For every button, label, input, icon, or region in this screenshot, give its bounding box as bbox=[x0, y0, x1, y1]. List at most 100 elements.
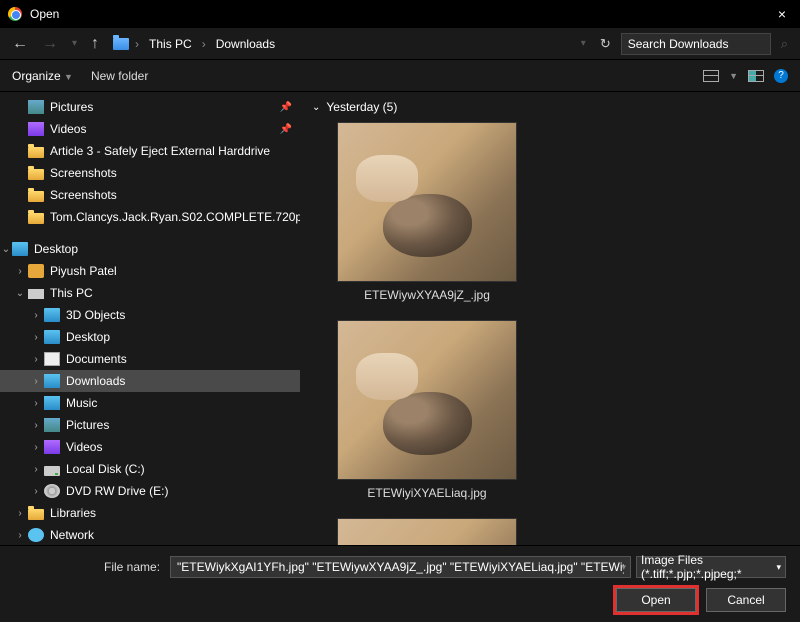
ico-pictures-icon bbox=[44, 418, 60, 432]
chevron-icon: › bbox=[30, 376, 42, 387]
ico-desktop-icon bbox=[12, 242, 28, 256]
up-button[interactable]: ↑ bbox=[87, 33, 103, 55]
filename-label: File name: bbox=[104, 560, 160, 574]
ico-drive-icon bbox=[44, 466, 60, 476]
ico-desktop-icon bbox=[44, 330, 60, 344]
help-icon[interactable]: ? bbox=[774, 69, 788, 83]
file-list: ⌄ Yesterday (5) ETEWiywXYAA9jZ_.jpg ETEWi… bbox=[300, 92, 800, 545]
tree-label: Videos bbox=[50, 122, 86, 136]
tree-label: Network bbox=[50, 528, 94, 542]
tree-label: Libraries bbox=[50, 506, 96, 520]
tree-nav: Pictures📌 Videos 📌 Article 3 - Safely Eject… bbox=[0, 92, 300, 545]
ico-net-icon bbox=[28, 528, 44, 542]
forward-button[interactable]: → bbox=[38, 33, 62, 55]
breadcrumb-current[interactable]: Downloads bbox=[212, 35, 279, 53]
thumbnail-name: ETEWiywXYAA9jZ_.jpg bbox=[312, 288, 542, 302]
tree-label: Screenshots bbox=[50, 166, 117, 180]
chevron-icon: ⌄ bbox=[0, 244, 12, 255]
preview-pane-icon[interactable] bbox=[748, 70, 764, 82]
ico-downloads-icon bbox=[44, 374, 60, 388]
pin-icon: 📌 bbox=[280, 124, 292, 135]
tree-label: Desktop bbox=[66, 330, 110, 344]
chevron-icon: › bbox=[30, 486, 42, 497]
chevron-icon: › bbox=[30, 420, 42, 431]
ico-folder-icon bbox=[28, 509, 44, 520]
chevron-icon: › bbox=[30, 310, 42, 321]
filetype-select[interactable]: Image Files (*.tiff;*.pjp;*.pjpeg;*▾ bbox=[636, 556, 786, 578]
tree-item[interactable]: › Desktop bbox=[0, 326, 300, 348]
breadcrumb-root[interactable]: This PC bbox=[145, 35, 196, 53]
cancel-button[interactable]: Cancel bbox=[706, 588, 786, 612]
tree-item[interactable]: Screenshots bbox=[0, 162, 300, 184]
tree-item[interactable]: ›Downloads bbox=[0, 370, 300, 392]
tree-item[interactable]: ›Piyush Patel bbox=[0, 260, 300, 282]
tree-item[interactable]: ›Libraries bbox=[0, 502, 300, 524]
tree-label: 3D Objects bbox=[66, 308, 125, 322]
file-thumbnail[interactable]: ETEWiyhX0AEeJxZ.jpg bbox=[312, 518, 542, 545]
chevron-right-icon: › bbox=[135, 37, 139, 51]
chevron-icon: › bbox=[14, 266, 26, 277]
chevron-icon: › bbox=[14, 530, 26, 541]
filename-input[interactable] bbox=[170, 556, 631, 578]
tree-label: Music bbox=[66, 396, 97, 410]
tree-item[interactable]: Tom.Clancys.Jack.Ryan.S02.COMPLETE.720p.… bbox=[0, 206, 300, 228]
tree-label: Tom.Clancys.Jack.Ryan.S02.COMPLETE.720p.… bbox=[50, 210, 300, 224]
dropdown-icon[interactable]: ▾ bbox=[577, 36, 590, 51]
thumbnail-image bbox=[337, 320, 517, 480]
footer: File name: ▾ Image Files (*.tiff;*.pjp;*… bbox=[0, 545, 800, 622]
folder-icon bbox=[113, 38, 129, 50]
ico-music-icon bbox=[44, 396, 60, 410]
open-button[interactable]: Open bbox=[616, 588, 696, 612]
view-icon[interactable] bbox=[703, 70, 719, 82]
thumbnail-image bbox=[337, 518, 517, 545]
file-thumbnail[interactable]: ETEWiywXYAA9jZ_.jpg bbox=[312, 122, 542, 302]
ico-desktop-icon bbox=[44, 308, 60, 322]
tree-item[interactable]: Screenshots bbox=[0, 184, 300, 206]
tree-item[interactable]: ›Music bbox=[0, 392, 300, 414]
recent-dropdown[interactable]: ▾ bbox=[68, 36, 81, 51]
tree-item[interactable]: › Documents bbox=[0, 348, 300, 370]
tree-item[interactable]: Article 3 - Safely Eject External Harddr… bbox=[0, 140, 300, 162]
refresh-button[interactable]: ↻ bbox=[596, 34, 615, 54]
new-folder-button[interactable]: New folder bbox=[91, 69, 148, 83]
chevron-icon: ⌄ bbox=[14, 288, 26, 299]
tree-label: Local Disk (C:) bbox=[66, 462, 145, 476]
file-thumbnail[interactable]: ETEWiyiXYAELiaq.jpg bbox=[312, 320, 542, 500]
ico-dvd-icon bbox=[44, 484, 60, 498]
chrome-icon bbox=[8, 7, 22, 21]
tree-item[interactable]: › Network bbox=[0, 524, 300, 545]
ico-folder-icon bbox=[28, 191, 44, 202]
group-header[interactable]: ⌄ Yesterday (5) bbox=[312, 100, 788, 114]
tree-item[interactable]: Pictures📌 bbox=[0, 96, 300, 118]
tree-label: This PC bbox=[50, 286, 93, 300]
ico-folder-icon bbox=[28, 147, 44, 158]
tree-label: Screenshots bbox=[50, 188, 117, 202]
view-dropdown[interactable]: ▼ bbox=[729, 71, 738, 81]
tree-item[interactable]: › Pictures bbox=[0, 414, 300, 436]
close-icon[interactable]: × bbox=[772, 6, 792, 22]
tree-label: Pictures bbox=[66, 418, 109, 432]
toolbar: Organize ▼ New folder ▼ ? bbox=[0, 60, 800, 92]
organize-button[interactable]: Organize ▼ bbox=[12, 69, 73, 83]
tree-item[interactable]: › 3D Objects bbox=[0, 304, 300, 326]
filename-dropdown[interactable]: ▾ bbox=[621, 562, 626, 573]
tree-item[interactable]: ›DVD RW Drive (E:) bbox=[0, 480, 300, 502]
tree-label: Documents bbox=[66, 352, 127, 366]
back-button[interactable]: ← bbox=[8, 33, 32, 55]
tree-item[interactable]: ›Local Disk (C:) bbox=[0, 458, 300, 480]
titlebar: Open × bbox=[0, 0, 800, 28]
ico-videos-icon bbox=[28, 122, 44, 136]
tree-item[interactable]: ⌄ This PC bbox=[0, 282, 300, 304]
tree-item[interactable]: Videos 📌 bbox=[0, 118, 300, 140]
navbar: ← → ▾ ↑ › This PC › Downloads ▾ ↻ Search… bbox=[0, 28, 800, 60]
chevron-right-icon: › bbox=[202, 37, 206, 51]
ico-videos-icon bbox=[44, 440, 60, 454]
chevron-icon: › bbox=[30, 354, 42, 365]
tree-item[interactable]: ›Videos bbox=[0, 436, 300, 458]
search-icon[interactable]: ⌕ bbox=[777, 34, 792, 54]
tree-label: Pictures bbox=[50, 100, 93, 114]
chevron-icon: › bbox=[30, 332, 42, 343]
thumbnail-image bbox=[337, 122, 517, 282]
search-input[interactable]: Search Downloads bbox=[621, 33, 771, 55]
tree-item[interactable]: ⌄Desktop bbox=[0, 238, 300, 260]
